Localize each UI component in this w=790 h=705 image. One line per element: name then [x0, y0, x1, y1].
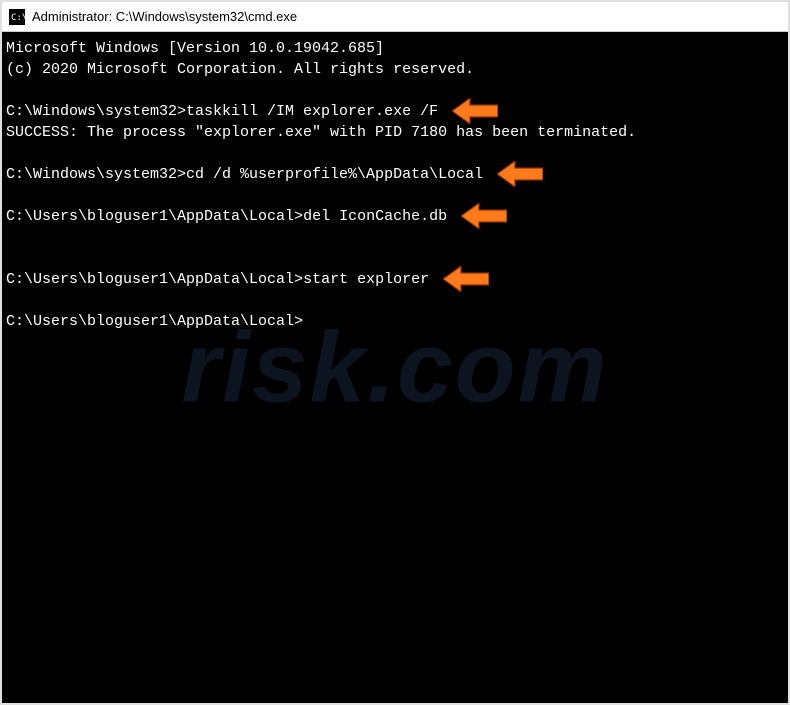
- terminal-command-line: C:\Users\bloguser1\AppData\Local>: [6, 311, 784, 332]
- terminal-text: SUCCESS: The process "explorer.exe" with…: [6, 124, 636, 141]
- annotation-arrow-icon: [452, 98, 498, 124]
- terminal-output-line: (c) 2020 Microsoft Corporation. All righ…: [6, 59, 784, 80]
- terminal-command-line: C:\Windows\system32>cd /d %userprofile%\…: [6, 164, 784, 185]
- titlebar[interactable]: C:\ Administrator: C:\Windows\system32\c…: [2, 2, 788, 32]
- terminal-blank-line: [6, 248, 784, 269]
- terminal-prompt: C:\Windows\system32>: [6, 166, 186, 183]
- terminal-blank-line: [6, 185, 784, 206]
- svg-text:C:\: C:\: [11, 13, 25, 23]
- terminal-command: taskkill /IM explorer.exe /F: [186, 103, 438, 120]
- terminal-text: (c) 2020 Microsoft Corporation. All righ…: [6, 61, 474, 78]
- terminal-blank-line: [6, 80, 784, 101]
- terminal-command: start explorer: [303, 271, 429, 288]
- annotation-arrow-icon: [497, 161, 543, 187]
- terminal-command: del IconCache.db: [303, 208, 447, 225]
- terminal-output-line: Microsoft Windows [Version 10.0.19042.68…: [6, 38, 784, 59]
- terminal-content: Microsoft Windows [Version 10.0.19042.68…: [2, 32, 788, 338]
- terminal-command: cd /d %userprofile%\AppData\Local: [186, 166, 483, 183]
- terminal-command-line: C:\Users\bloguser1\AppData\Local>start e…: [6, 269, 784, 290]
- terminal-prompt: C:\Users\bloguser1\AppData\Local>: [6, 208, 303, 225]
- terminal-command-line: C:\Windows\system32>taskkill /IM explore…: [6, 101, 784, 122]
- terminal-output-line: SUCCESS: The process "explorer.exe" with…: [6, 122, 784, 143]
- terminal-blank-line: [6, 143, 784, 164]
- terminal-blank-line: [6, 290, 784, 311]
- annotation-arrow-icon: [443, 266, 489, 292]
- terminal-area[interactable]: risk.com Microsoft Windows [Version 10.0…: [2, 32, 788, 703]
- terminal-text: Microsoft Windows [Version 10.0.19042.68…: [6, 40, 384, 57]
- annotation-arrow-icon: [461, 203, 507, 229]
- terminal-prompt: C:\Users\bloguser1\AppData\Local>: [6, 271, 303, 288]
- terminal-blank-line: [6, 227, 784, 248]
- cmd-window: C:\ Administrator: C:\Windows\system32\c…: [0, 0, 790, 705]
- window-title: Administrator: C:\Windows\system32\cmd.e…: [32, 9, 297, 24]
- cmd-icon: C:\: [8, 8, 26, 26]
- terminal-command-line: C:\Users\bloguser1\AppData\Local>del Ico…: [6, 206, 784, 227]
- terminal-prompt: C:\Windows\system32>: [6, 103, 186, 120]
- terminal-prompt: C:\Users\bloguser1\AppData\Local>: [6, 313, 303, 330]
